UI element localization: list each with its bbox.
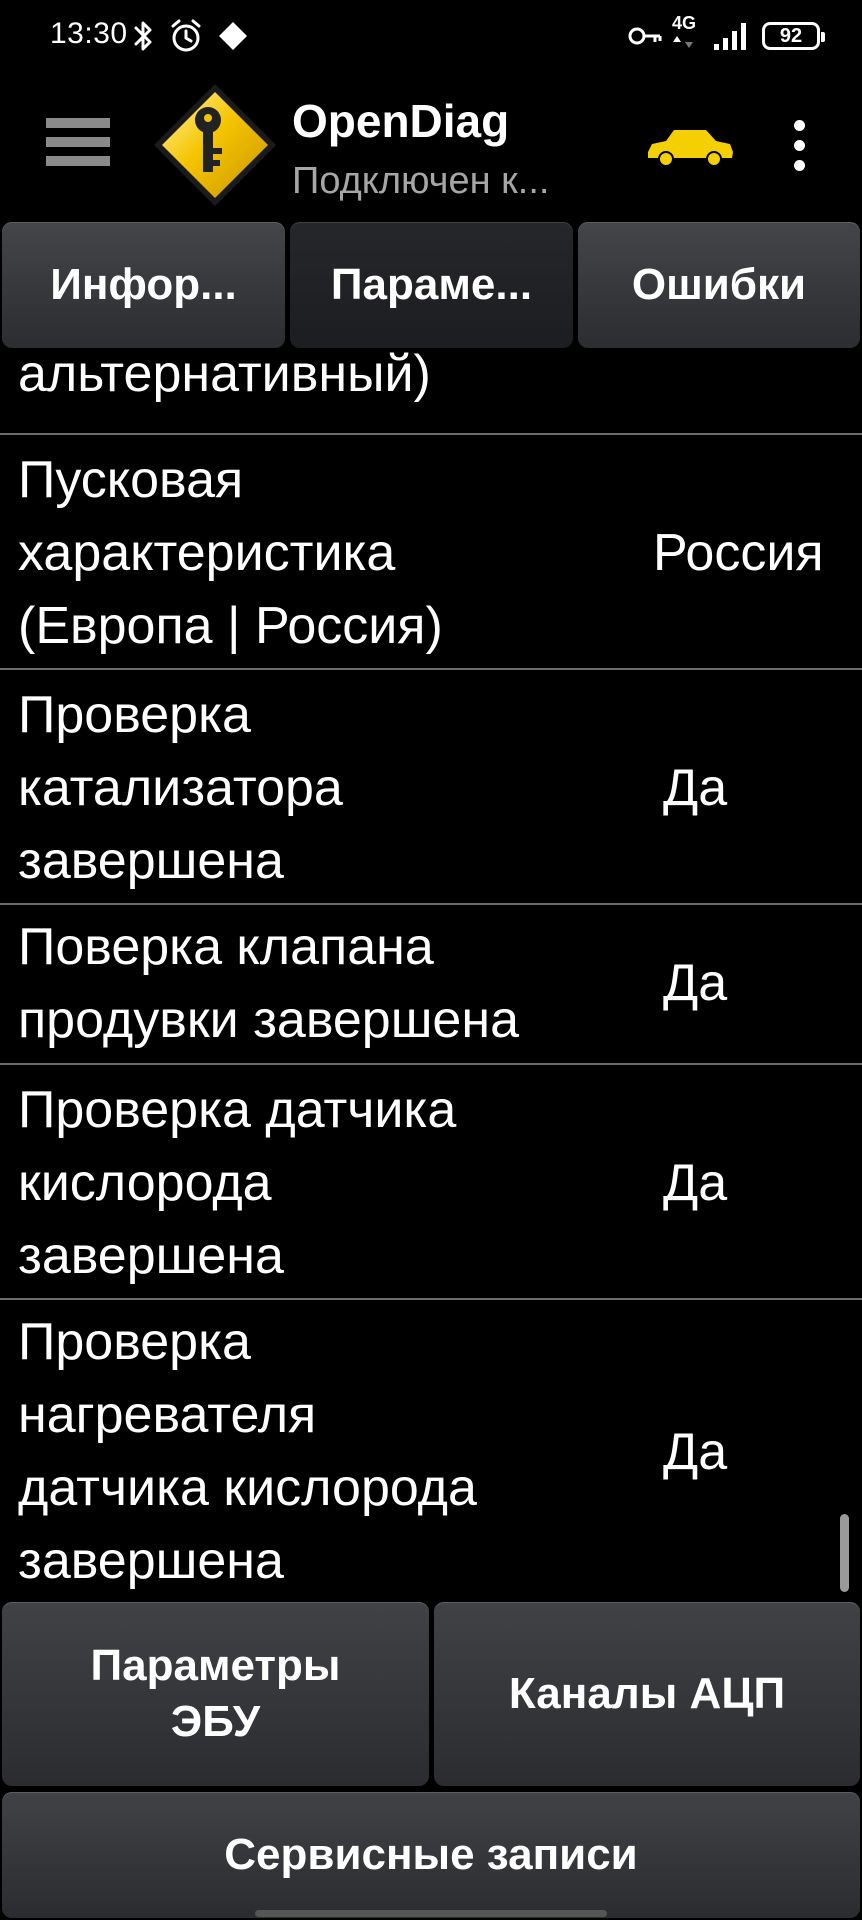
data-arrows-icon — [673, 36, 693, 48]
adc-channels-button[interactable]: Каналы АЦП — [434, 1602, 860, 1786]
param-name: альтернативный) — [18, 350, 431, 403]
car-icon[interactable] — [644, 122, 736, 168]
bluetooth-icon — [134, 21, 152, 51]
param-value: Да — [663, 1154, 728, 1212]
list-item: Проверка катализатора завершена Да — [0, 670, 862, 905]
param-name: Пусковая характеристика (Европа | Россия… — [18, 451, 443, 655]
tab-bar: Инфор... Параме... Ошибки — [0, 220, 862, 350]
param-value: Россия — [653, 524, 824, 582]
param-value: Да — [663, 954, 728, 1012]
battery-icon: 92 — [762, 22, 825, 50]
connection-status: Подключен к... — [292, 160, 550, 202]
list-item: Проверка датчика кислорода завершена Да — [0, 1065, 862, 1300]
service-records-button[interactable]: Сервисные записи — [2, 1792, 860, 1918]
param-name: Поверка клапана продувки завершена — [18, 918, 519, 1049]
alarm-icon — [171, 19, 201, 52]
app-title: OpenDiag — [292, 95, 510, 147]
scrollbar[interactable] — [840, 1514, 849, 1592]
tab-info[interactable]: Инфор... — [2, 222, 285, 348]
signal-icon — [714, 23, 746, 50]
ecu-params-button[interactable]: Параметры ЭБУ — [2, 1602, 429, 1786]
status-bar: 13:30 4G 92 — [0, 0, 862, 74]
location-icon — [219, 22, 247, 50]
service-records-label: Сервисные записи — [224, 1830, 638, 1879]
param-value: Да — [663, 759, 728, 817]
list-item: альтернативный) — [0, 350, 862, 435]
list-item: Пусковая характеристика (Европа | Россия… — [0, 435, 862, 670]
status-time: 13:30 — [50, 17, 128, 50]
param-value: Да — [663, 1423, 728, 1481]
more-vert-icon[interactable] — [780, 116, 820, 176]
menu-icon[interactable] — [46, 106, 110, 178]
vpn-key-icon — [628, 27, 662, 45]
app-logo-icon — [154, 84, 276, 206]
parameter-list[interactable]: альтернативный) Пусковая характеристика … — [0, 350, 862, 1600]
home-indicator[interactable] — [255, 1910, 607, 1917]
param-name: Проверка нагревателя датчика кислорода з… — [18, 1313, 477, 1590]
tab-errors[interactable]: Ошибки — [578, 222, 860, 348]
list-item: Проверка нагревателя датчика кислорода з… — [0, 1300, 862, 1600]
param-name: Проверка катализатора завершена — [18, 686, 343, 890]
list-item: Поверка клапана продувки завершена Да — [0, 905, 862, 1065]
adc-channels-label: Каналы АЦП — [508, 1669, 786, 1718]
param-name: Проверка датчика кислорода завершена — [18, 1081, 457, 1285]
tab-parameters[interactable]: Параме... — [290, 222, 573, 348]
ecu-params-label: Параметры ЭБУ — [90, 1641, 341, 1746]
app-bar: OpenDiag Подключен к... — [0, 74, 862, 220]
